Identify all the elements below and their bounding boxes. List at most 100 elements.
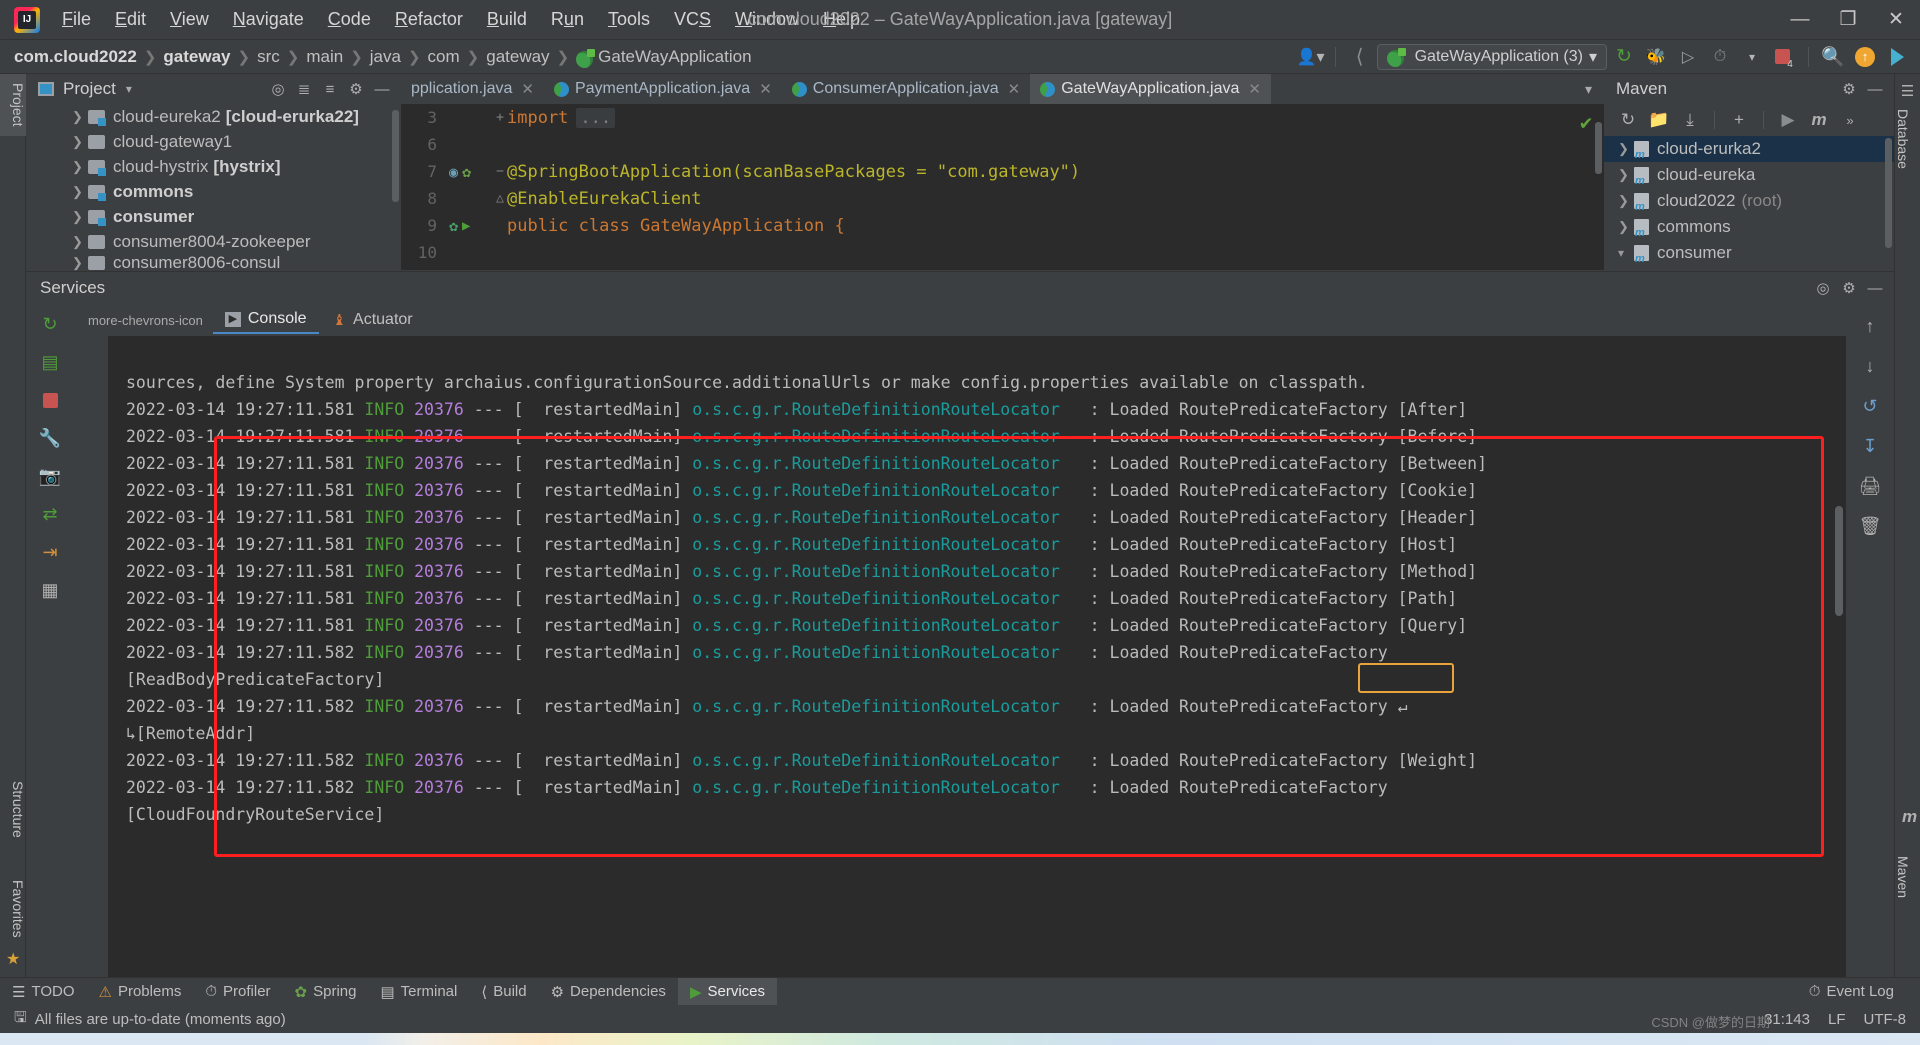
scroll-up-icon[interactable]: ↑ <box>1855 312 1885 340</box>
sidebar-item-project[interactable]: Project <box>0 74 26 136</box>
menu-tools[interactable]: Tools <box>596 5 662 34</box>
fold-toggle-icon[interactable]: − <box>493 164 507 179</box>
spring-leaf-icon[interactable]: ✿ <box>462 163 471 181</box>
chevron-down-icon[interactable]: ▾ <box>126 82 132 96</box>
rerun-icon[interactable]: ↻ <box>35 310 65 338</box>
menu-view[interactable]: View <box>158 5 221 34</box>
bean-icon[interactable]: ◉ <box>449 163 458 181</box>
close-icon[interactable]: ✕ <box>521 80 534 98</box>
tree-item-consumer[interactable]: ❯ consumer <box>26 204 401 229</box>
locate-target-icon[interactable]: ◎ <box>1810 276 1836 300</box>
maximize-button[interactable]: ❐ <box>1824 0 1872 40</box>
exit-icon[interactable]: ⇥ <box>35 538 65 566</box>
chevron-down-icon[interactable]: ▾ <box>1577 81 1600 98</box>
ide-feature-icon[interactable] <box>1882 44 1912 70</box>
editor-tab-consumer-application[interactable]: ConsumerApplication.java ✕ <box>782 74 1030 104</box>
breadcrumb-src[interactable]: src <box>257 47 280 67</box>
maven-scrollbar[interactable] <box>1885 138 1892 248</box>
maven-item-cloud-erurka2[interactable]: ❯ cloud-erurka2 <box>1604 136 1894 162</box>
bottom-tab-spring[interactable]: ✿ Spring <box>283 978 369 1006</box>
tree-item-cloud-eureka2[interactable]: ❯ cloud-eureka2 [cloud-erurka22] <box>26 104 401 129</box>
editor-tab-overflow[interactable]: ▾ <box>1577 74 1604 104</box>
minimize-button[interactable]: — <box>1776 0 1824 40</box>
close-icon[interactable]: ✕ <box>1008 80 1021 98</box>
console-scrollbar-track[interactable] <box>1832 336 1846 977</box>
user-avatar-icon[interactable]: 👤▾ <box>1296 44 1326 70</box>
hide-minus-icon[interactable]: — <box>1862 276 1888 300</box>
profiler-icon[interactable]: ⏱ <box>1705 44 1735 70</box>
breadcrumb-project[interactable]: com.cloud2022 <box>14 47 137 67</box>
tree-item-cloud-gateway1[interactable]: ❯ cloud-gateway1 <box>26 129 401 154</box>
bottom-tab-terminal[interactable]: ▤ Terminal <box>368 978 469 1006</box>
menu-build[interactable]: Build <box>475 5 539 34</box>
chevron-right-icon[interactable]: ❯ <box>1618 167 1634 183</box>
close-icon[interactable]: ✕ <box>1248 80 1261 98</box>
settings-gear-icon[interactable]: ⚙ <box>1836 77 1862 101</box>
breadcrumb-package[interactable]: gateway <box>486 47 549 67</box>
chevron-right-icon[interactable]: ❯ <box>72 255 88 271</box>
tree-item-consumer8004-zookeeper[interactable]: ❯ consumer8004-zookeeper <box>26 229 401 254</box>
chevron-right-icon[interactable]: ❯ <box>72 209 88 225</box>
trash-icon[interactable]: 🗑 <box>1855 512 1885 540</box>
menu-refactor[interactable]: Refactor <box>383 5 475 34</box>
event-log-button[interactable]: ⏱ Event Log <box>1797 978 1906 1006</box>
menu-run[interactable]: Run <box>539 5 596 34</box>
layout-icon[interactable]: ▦ <box>35 576 65 604</box>
chevron-right-icon[interactable]: ❯ <box>1618 219 1634 235</box>
file-encoding[interactable]: UTF-8 <box>1864 1011 1907 1028</box>
run-green-icon[interactable]: ▶ <box>462 218 470 234</box>
sidebar-item-favorites[interactable]: Favorites <box>0 871 26 947</box>
more-chevrons-icon[interactable]: more-chevrons-icon <box>80 313 211 328</box>
services-tree-icon[interactable]: ▤ <box>35 348 65 376</box>
menu-navigate[interactable]: Navigate <box>221 5 316 34</box>
sidebar-item-structure[interactable]: Structure <box>0 772 26 847</box>
expand-all-icon[interactable]: ≣ <box>291 77 317 101</box>
chevron-right-icon[interactable]: ❯ <box>72 109 88 125</box>
hide-minus-icon[interactable]: — <box>369 77 395 101</box>
settings-gear-icon[interactable]: ⚙ <box>1836 276 1862 300</box>
scroll-down-icon[interactable]: ↓ <box>1855 352 1885 380</box>
more-chevrons-icon[interactable]: » <box>1836 107 1864 133</box>
chevron-right-icon[interactable]: ❯ <box>72 234 88 250</box>
chevron-right-icon[interactable]: ❯ <box>1618 193 1634 209</box>
tree-item-consumer8006-consul[interactable]: ❯ consumer8006-consul <box>26 254 401 272</box>
bottom-tab-todo[interactable]: ☰ TODO <box>0 978 87 1006</box>
menu-file[interactable]: File <box>50 5 103 34</box>
collapse-all-icon[interactable]: ≡ <box>317 77 343 101</box>
bottom-tab-profiler[interactable]: ⏱ Profiler <box>193 978 282 1006</box>
reload-icon[interactable]: ↻ <box>1614 107 1642 133</box>
maven-item-consumer[interactable]: ▾ consumer <box>1604 240 1894 266</box>
caret-position[interactable]: 31:143 <box>1764 1011 1810 1028</box>
chevron-right-icon[interactable]: ❯ <box>72 184 88 200</box>
chevron-right-icon[interactable]: ❯ <box>1618 141 1634 157</box>
maven-goal-icon[interactable]: m <box>1805 107 1833 133</box>
bottom-tab-dependencies[interactable]: ⚙ Dependencies <box>539 978 678 1006</box>
menu-edit[interactable]: Edit <box>103 5 158 34</box>
plus-icon[interactable]: + <box>1725 107 1753 133</box>
hammer-build-icon[interactable]: ⟨ <box>1345 44 1375 70</box>
breadcrumb-class[interactable]: GateWayApplication <box>598 47 751 67</box>
menu-help[interactable]: Help <box>811 5 872 34</box>
download-sources-icon[interactable]: ⤓ <box>1676 107 1704 133</box>
soft-wrap-icon[interactable]: ↺ <box>1855 392 1885 420</box>
close-icon[interactable]: ✕ <box>759 80 772 98</box>
menu-code[interactable]: Code <box>316 5 383 34</box>
close-button[interactable]: ✕ <box>1872 0 1920 40</box>
menu-vcs[interactable]: VCS <box>662 5 723 34</box>
run-coverage-icon[interactable]: ▷ <box>1673 44 1703 70</box>
tree-item-cloud-hystrix[interactable]: ❯ cloud-hystrix [hystrix] <box>26 154 401 179</box>
chevron-down-icon[interactable]: ▾ <box>1618 246 1634 260</box>
locate-target-icon[interactable]: ◎ <box>265 77 291 101</box>
menu-window[interactable]: Window <box>723 5 811 34</box>
bottom-tab-problems[interactable]: ⚠ Problems <box>87 978 194 1006</box>
sidebar-item-maven[interactable]: Maven <box>1895 847 1920 907</box>
spring-bean-icon[interactable]: ✿ <box>449 217 458 235</box>
editor-tab-gateway-application[interactable]: GateWayApplication.java ✕ <box>1030 74 1271 104</box>
stop-red-icon[interactable] <box>35 386 65 414</box>
chevron-down-icon[interactable]: ▾ <box>1737 44 1767 70</box>
bottom-tab-build[interactable]: ⟨ Build <box>469 978 538 1006</box>
stop-red-icon[interactable]: 4 <box>1769 44 1799 70</box>
debug-bug-icon[interactable]: 🐝 <box>1641 44 1671 70</box>
maven-item-cloud-eureka[interactable]: ❯ cloud-eureka <box>1604 162 1894 188</box>
hide-minus-icon[interactable]: — <box>1862 77 1888 101</box>
